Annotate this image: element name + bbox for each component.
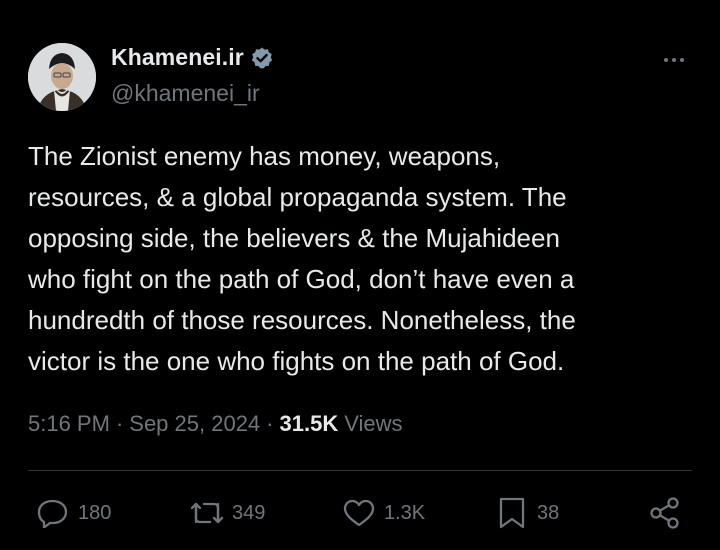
meta-separator: · [266, 411, 274, 436]
share-icon [648, 496, 682, 530]
views-count[interactable]: 31.5K [280, 411, 339, 437]
heart-icon [342, 498, 376, 528]
bookmark-count: 38 [537, 501, 560, 524]
avatar[interactable] [28, 43, 96, 111]
tweet-time[interactable]: 5:16 PM [28, 411, 110, 437]
tweet-text: The Zionist enemy has money, weapons, re… [28, 141, 576, 376]
meta-separator: · [115, 411, 124, 436]
share-button[interactable] [648, 496, 682, 530]
retweet-icon [188, 498, 226, 528]
action-bar: 180 349 1.3K 38 [0, 493, 720, 533]
like-count: 1.3K [384, 501, 426, 524]
author-name-row: Khamenei.ir [111, 44, 274, 71]
verified-badge-icon[interactable] [250, 46, 274, 70]
like-button[interactable]: 1.3K [342, 498, 425, 528]
tweet-meta: 5:16 PM · Sep 25, 2024 · 31.5K Views [28, 411, 403, 437]
retweet-button[interactable]: 349 [188, 498, 265, 528]
reply-count: 180 [78, 501, 112, 524]
reply-icon [36, 498, 69, 528]
bookmark-icon [497, 496, 527, 530]
divider [28, 470, 692, 471]
bookmark-button[interactable]: 38 [497, 496, 559, 530]
views-label: Views [344, 411, 403, 436]
avatar-image [28, 43, 96, 111]
tweet-date[interactable]: Sep 25, 2024 [129, 411, 260, 437]
retweet-count: 349 [232, 501, 266, 524]
author-display-name[interactable]: Khamenei.ir [111, 44, 244, 71]
author-handle[interactable]: @khamenei_ir [111, 80, 260, 107]
reply-button[interactable]: 180 [36, 498, 111, 528]
more-horizontal-icon[interactable] [664, 50, 690, 70]
